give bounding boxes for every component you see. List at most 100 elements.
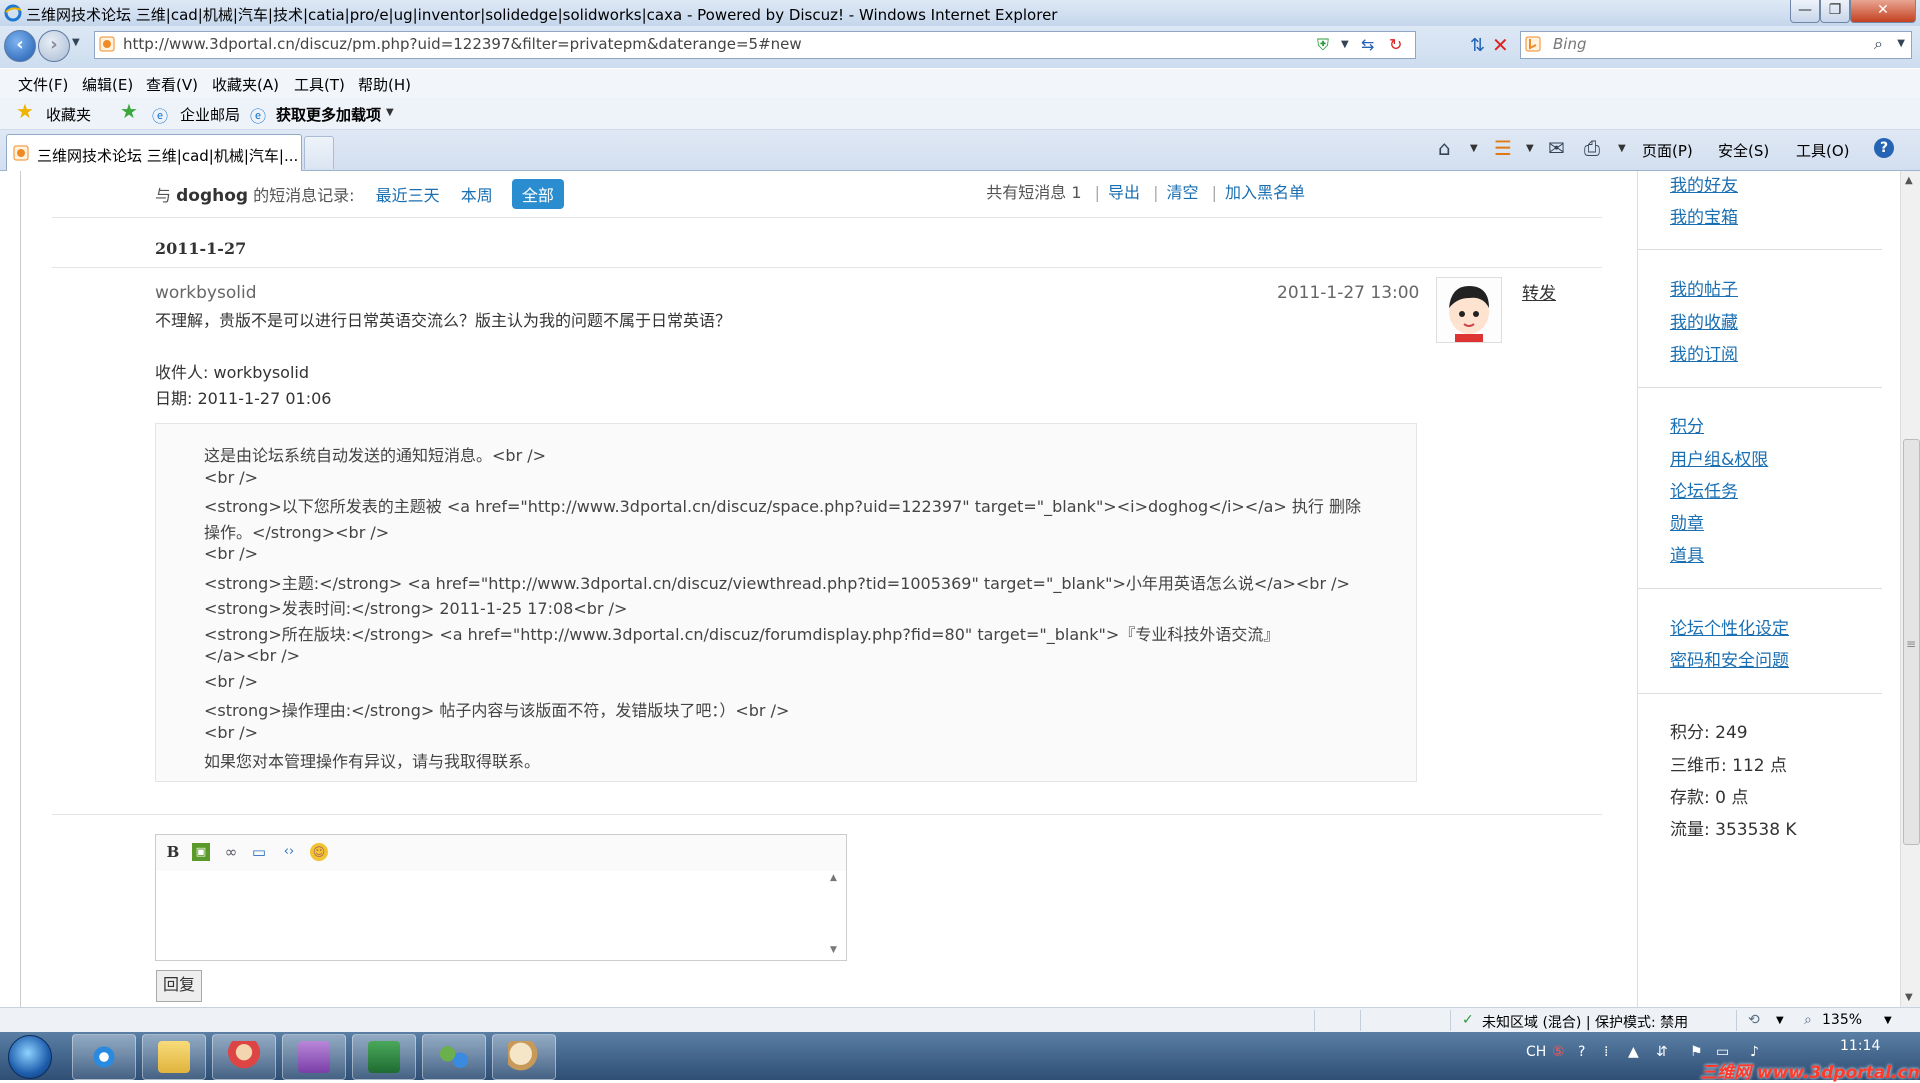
stop-icon[interactable]: ✕ bbox=[1492, 33, 1509, 57]
menu-help[interactable]: 帮助(H) bbox=[358, 74, 411, 95]
back-button[interactable]: ‹ bbox=[4, 30, 36, 62]
add-favorites-icon[interactable]: ★ bbox=[120, 99, 138, 123]
tab-active[interactable]: 三维网技术论坛 三维|cad|机械|汽车|... bbox=[6, 134, 302, 171]
popup-blocker-icon[interactable]: ⟲ bbox=[1748, 1012, 1760, 1028]
zoom-level[interactable]: 135% bbox=[1822, 1012, 1862, 1028]
avatar[interactable] bbox=[1436, 277, 1502, 343]
stat-deposit: 存款: 0 点 bbox=[1670, 788, 1749, 808]
feeds-icon[interactable]: ☰ bbox=[1494, 136, 1512, 160]
search-placeholder[interactable]: Bing bbox=[1553, 35, 1587, 53]
close-button[interactable]: ✕ bbox=[1850, 0, 1916, 23]
feeds-dropdown-icon[interactable]: ▼ bbox=[1526, 143, 1534, 154]
quote-box: 这是由论坛系统自动发送的通知短消息。<br /> <br /> <strong>… bbox=[155, 423, 1417, 782]
show-hidden-icons[interactable]: ▲ bbox=[1628, 1044, 1639, 1060]
sidebar-personalize[interactable]: 论坛个性化设定 bbox=[1670, 614, 1789, 639]
compatibility-view-icon[interactable]: ⇆ bbox=[1361, 35, 1374, 54]
quote-icon[interactable]: ▭ bbox=[250, 843, 268, 861]
home-icon[interactable]: ⌂ bbox=[1438, 136, 1451, 160]
filter-3days-link[interactable]: 最近三天 bbox=[376, 186, 440, 205]
search-options-icon[interactable]: ▼ bbox=[1897, 38, 1905, 49]
taskbar-excel[interactable] bbox=[352, 1034, 416, 1080]
taskbar-messenger[interactable] bbox=[212, 1034, 276, 1080]
code-icon[interactable]: ‹› bbox=[280, 843, 298, 861]
taskbar-ie[interactable] bbox=[72, 1034, 136, 1080]
refresh-icon[interactable]: ↻ bbox=[1389, 35, 1402, 54]
address-field[interactable]: http://www.3dportal.cn/discuz/pm.php?uid… bbox=[94, 31, 1416, 59]
taskbar-onenote[interactable] bbox=[282, 1034, 346, 1080]
sidebar-my-friends[interactable]: 我的好友 bbox=[1670, 171, 1738, 196]
addons-dropdown-icon[interactable]: ▼ bbox=[386, 107, 394, 118]
taskbar-explorer[interactable] bbox=[142, 1034, 206, 1080]
mail-icon[interactable]: ✉ bbox=[1548, 136, 1565, 160]
sidebar-my-treasure[interactable]: 我的宝箱 bbox=[1670, 203, 1738, 228]
maximize-button[interactable]: ❐ bbox=[1820, 0, 1850, 23]
reply-editor[interactable]: B ▣ ∞ ▭ ‹› ☺ ▲ ▼ bbox=[155, 834, 847, 961]
tab-title[interactable]: 三维网技术论坛 三维|cad|机械|汽车|... bbox=[37, 145, 298, 166]
sidebar-credits[interactable]: 积分 bbox=[1670, 412, 1704, 437]
menu-view[interactable]: 查看(V) bbox=[146, 74, 198, 95]
favorites-button[interactable]: 收藏夹 bbox=[46, 104, 91, 125]
help-tray-icon[interactable]: ? bbox=[1578, 1044, 1585, 1060]
menu-edit[interactable]: 编辑(E) bbox=[82, 74, 133, 95]
menu-favorites[interactable]: 收藏夹(A) bbox=[212, 74, 279, 95]
start-button[interactable] bbox=[8, 1035, 52, 1079]
page-scrollbar[interactable]: ▲ ≡ ▼ bbox=[1900, 171, 1920, 1007]
minimize-button[interactable]: — bbox=[1790, 0, 1820, 23]
scroll-down-icon[interactable]: ▼ bbox=[1905, 992, 1913, 1003]
forward-link[interactable]: 转发 bbox=[1522, 279, 1556, 304]
tray-misc-icon[interactable]: ⁞ bbox=[1604, 1044, 1608, 1060]
taskbar-paint[interactable] bbox=[492, 1034, 556, 1080]
refresh-button-icon[interactable]: ⇅ bbox=[1470, 35, 1485, 56]
page-menu[interactable]: 页面(P) bbox=[1642, 140, 1693, 161]
sidebar-props[interactable]: 道具 bbox=[1670, 541, 1704, 566]
print-icon[interactable]: ⎙ bbox=[1584, 136, 1600, 160]
new-tab-button[interactable] bbox=[304, 136, 334, 169]
address-dropdown-icon[interactable]: ▼ bbox=[1341, 39, 1349, 50]
search-icon[interactable]: ⌕ bbox=[1874, 34, 1883, 54]
bold-icon[interactable]: B bbox=[164, 843, 182, 861]
message-sender[interactable]: workbysolid bbox=[155, 283, 257, 303]
menu-tools[interactable]: 工具(T) bbox=[294, 74, 345, 95]
ie-icon bbox=[88, 1041, 120, 1073]
print-dropdown-icon[interactable]: ▼ bbox=[1618, 143, 1626, 154]
blacklist-link[interactable]: 加入黑名单 bbox=[1225, 183, 1305, 202]
editor-scrollbar[interactable]: ▲ ▼ bbox=[828, 873, 842, 955]
taskbar-network[interactable] bbox=[422, 1034, 486, 1080]
input-method-icon[interactable]: ⑤ bbox=[1552, 1044, 1565, 1060]
clock[interactable]: 11:14 bbox=[1840, 1038, 1880, 1054]
zoom-dropdown-icon[interactable]: ▼ bbox=[1884, 1015, 1892, 1026]
forward-button[interactable]: › bbox=[38, 30, 70, 62]
tools-menu[interactable]: 工具(O) bbox=[1796, 140, 1850, 161]
favorite-item-mail[interactable]: 企业邮局 bbox=[180, 104, 240, 125]
export-link[interactable]: 导出 bbox=[1108, 183, 1140, 202]
link-icon[interactable]: ∞ bbox=[222, 843, 240, 861]
quote-line: <br /> bbox=[204, 544, 259, 563]
status-dropdown-icon[interactable]: ▼ bbox=[1776, 1015, 1784, 1026]
reply-button[interactable]: 回复 bbox=[156, 970, 202, 1002]
home-dropdown-icon[interactable]: ▼ bbox=[1470, 143, 1478, 154]
address-url[interactable]: http://www.3dportal.cn/discuz/pm.php?uid… bbox=[123, 35, 802, 53]
network-tray-icon[interactable]: ⇵ bbox=[1656, 1044, 1668, 1060]
language-indicator[interactable]: CH bbox=[1526, 1044, 1546, 1060]
sidebar-my-subscriptions[interactable]: 我的订阅 bbox=[1670, 340, 1738, 365]
scroll-up-icon[interactable]: ▲ bbox=[1905, 175, 1913, 186]
menu-file[interactable]: 文件(F) bbox=[18, 74, 68, 95]
smiley-icon[interactable]: ☺ bbox=[310, 843, 328, 861]
recent-pages-dropdown-icon[interactable]: ▼ bbox=[72, 37, 80, 48]
sidebar-tasks[interactable]: 论坛任务 bbox=[1670, 477, 1738, 502]
sidebar-my-posts[interactable]: 我的帖子 bbox=[1670, 275, 1738, 300]
sidebar-password-security[interactable]: 密码和安全问题 bbox=[1670, 646, 1789, 671]
clear-link[interactable]: 清空 bbox=[1166, 183, 1198, 202]
sidebar-medals[interactable]: 勋章 bbox=[1670, 509, 1704, 534]
safety-menu[interactable]: 安全(S) bbox=[1718, 140, 1769, 161]
insert-image-icon[interactable]: ▣ bbox=[192, 843, 210, 861]
filter-all-button[interactable]: 全部 bbox=[511, 179, 564, 209]
help-icon[interactable]: ? bbox=[1874, 138, 1894, 158]
favorite-item-addons[interactable]: 获取更多加载项 bbox=[276, 104, 381, 125]
security-zone[interactable]: 未知区域 (混合) | 保护模式: 禁用 bbox=[1482, 1012, 1688, 1032]
sidebar-usergroup[interactable]: 用户组&权限 bbox=[1670, 445, 1768, 470]
sidebar-my-favorites[interactable]: 我的收藏 bbox=[1670, 308, 1738, 333]
shield-icon[interactable]: ⛨ bbox=[1317, 35, 1329, 55]
filter-week-link[interactable]: 本周 bbox=[461, 186, 493, 205]
search-box[interactable]: Bing ⌕ ▼ bbox=[1520, 31, 1912, 59]
